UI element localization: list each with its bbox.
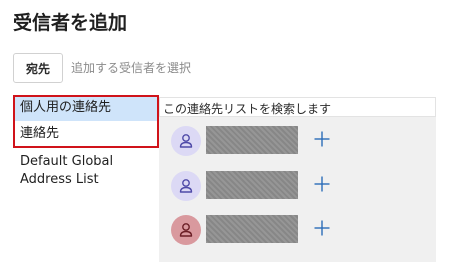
person-icon bbox=[179, 134, 193, 148]
contact-list-panel bbox=[159, 97, 436, 262]
contact-search-box bbox=[159, 97, 436, 118]
contact-search-input[interactable] bbox=[160, 100, 431, 118]
add-icon[interactable] bbox=[313, 130, 331, 148]
to-button[interactable]: 宛先 bbox=[13, 53, 64, 83]
address-book-list: 個人用の連絡先 連絡先 Default Global Address List bbox=[13, 95, 159, 189]
recipient-row: 宛先 bbox=[13, 53, 312, 83]
avatar bbox=[171, 215, 201, 245]
contact-row[interactable] bbox=[171, 169, 431, 203]
add-icon[interactable] bbox=[313, 219, 331, 237]
redacted-contact-name bbox=[206, 215, 298, 243]
address-book-personal-contacts[interactable]: 個人用の連絡先 bbox=[13, 95, 159, 121]
redacted-contact-name bbox=[206, 126, 298, 154]
redacted-contact-name bbox=[206, 171, 298, 199]
person-icon bbox=[179, 223, 193, 237]
recipient-input[interactable] bbox=[71, 61, 312, 75]
address-book-contacts[interactable]: 連絡先 bbox=[13, 121, 159, 147]
add-icon[interactable] bbox=[313, 175, 331, 193]
person-icon bbox=[179, 179, 193, 193]
dialog-title: 受信者を追加 bbox=[13, 12, 128, 34]
contact-row[interactable] bbox=[171, 213, 431, 247]
contact-row[interactable] bbox=[171, 124, 431, 158]
avatar bbox=[171, 126, 201, 156]
avatar bbox=[171, 171, 201, 201]
address-book-global-address-list[interactable]: Default Global Address List bbox=[13, 147, 150, 189]
